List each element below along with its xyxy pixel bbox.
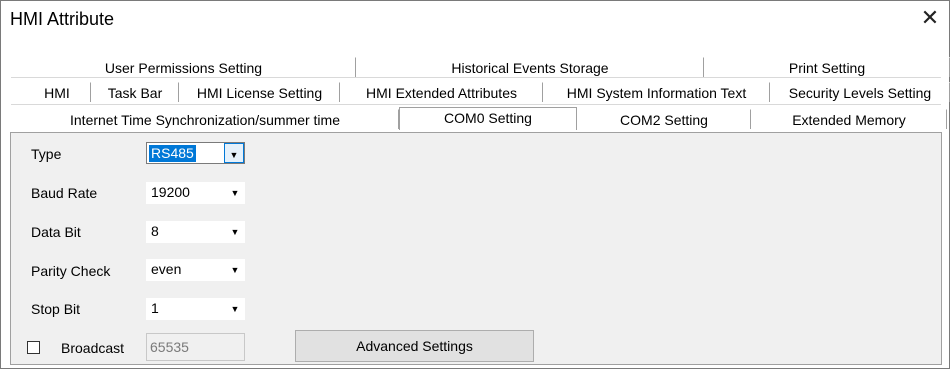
tab-historical-events-storage[interactable]: Historical Events Storage xyxy=(356,57,704,77)
broadcast-checkbox[interactable] xyxy=(27,341,40,354)
baud-rate-value: 19200 xyxy=(151,184,190,200)
tab-hmi-extended-attributes[interactable]: HMI Extended Attributes xyxy=(340,82,543,102)
stop-bit-label: Stop Bit xyxy=(31,301,81,317)
tab-strip: User Permissions Setting Historical Even… xyxy=(1,37,950,135)
tab-user-permissions-setting[interactable]: User Permissions Setting xyxy=(11,57,356,77)
tab-com2-setting[interactable]: COM2 Setting xyxy=(577,109,751,129)
chevron-down-icon[interactable]: ▼ xyxy=(225,221,245,243)
tab-hmi[interactable]: HMI xyxy=(23,82,91,102)
tab-internet-time-sync[interactable]: Internet Time Synchronization/summer tim… xyxy=(11,109,399,129)
chevron-down-icon[interactable]: ▼ xyxy=(225,298,245,320)
tab-hmi-system-information-text[interactable]: HMI System Information Text xyxy=(543,82,770,102)
data-bit-value: 8 xyxy=(151,223,159,239)
tab-task-bar[interactable]: Task Bar xyxy=(91,82,179,102)
data-bit-select[interactable]: 8 ▼ xyxy=(146,221,245,243)
stop-bit-select[interactable]: 1 ▼ xyxy=(146,298,245,320)
parity-check-value: even xyxy=(151,261,182,277)
broadcast-label: Broadcast xyxy=(61,340,125,356)
data-bit-label: Data Bit xyxy=(31,224,81,240)
parity-check-select[interactable]: even ▼ xyxy=(146,259,245,281)
tab-row-divider xyxy=(11,104,941,105)
hmi-attribute-dialog: HMI Attribute ✕ User Permissions Setting… xyxy=(0,0,950,369)
title-bar: HMI Attribute ✕ xyxy=(1,1,949,37)
chevron-down-icon[interactable]: ▼ xyxy=(225,182,245,204)
tab-hmi-license-setting[interactable]: HMI License Setting xyxy=(179,82,340,102)
baud-rate-label: Baud Rate xyxy=(31,185,98,201)
stop-bit-value: 1 xyxy=(151,300,159,316)
broadcast-address-field: 65535 xyxy=(146,333,245,361)
type-label: Type xyxy=(31,146,62,162)
dialog-title: HMI Attribute xyxy=(10,9,115,29)
parity-check-label: Parity Check xyxy=(31,263,111,279)
tab-print-setting[interactable]: Print Setting xyxy=(704,57,950,77)
chevron-down-icon[interactable]: ▼ xyxy=(225,259,245,281)
close-icon[interactable]: ✕ xyxy=(915,4,945,32)
type-select[interactable]: RS485 ▼ xyxy=(146,142,245,164)
tab-security-levels-setting[interactable]: Security Levels Setting xyxy=(770,82,950,102)
chevron-down-icon[interactable]: ▼ xyxy=(224,143,244,163)
tab-com0-setting[interactable]: COM0 Setting xyxy=(399,107,577,130)
advanced-settings-button[interactable]: Advanced Settings xyxy=(295,330,534,362)
tab-extended-memory[interactable]: Extended Memory xyxy=(751,109,947,129)
type-value: RS485 xyxy=(149,145,196,162)
tab-row-divider xyxy=(11,77,941,78)
baud-rate-select[interactable]: 19200 ▼ xyxy=(146,182,245,204)
